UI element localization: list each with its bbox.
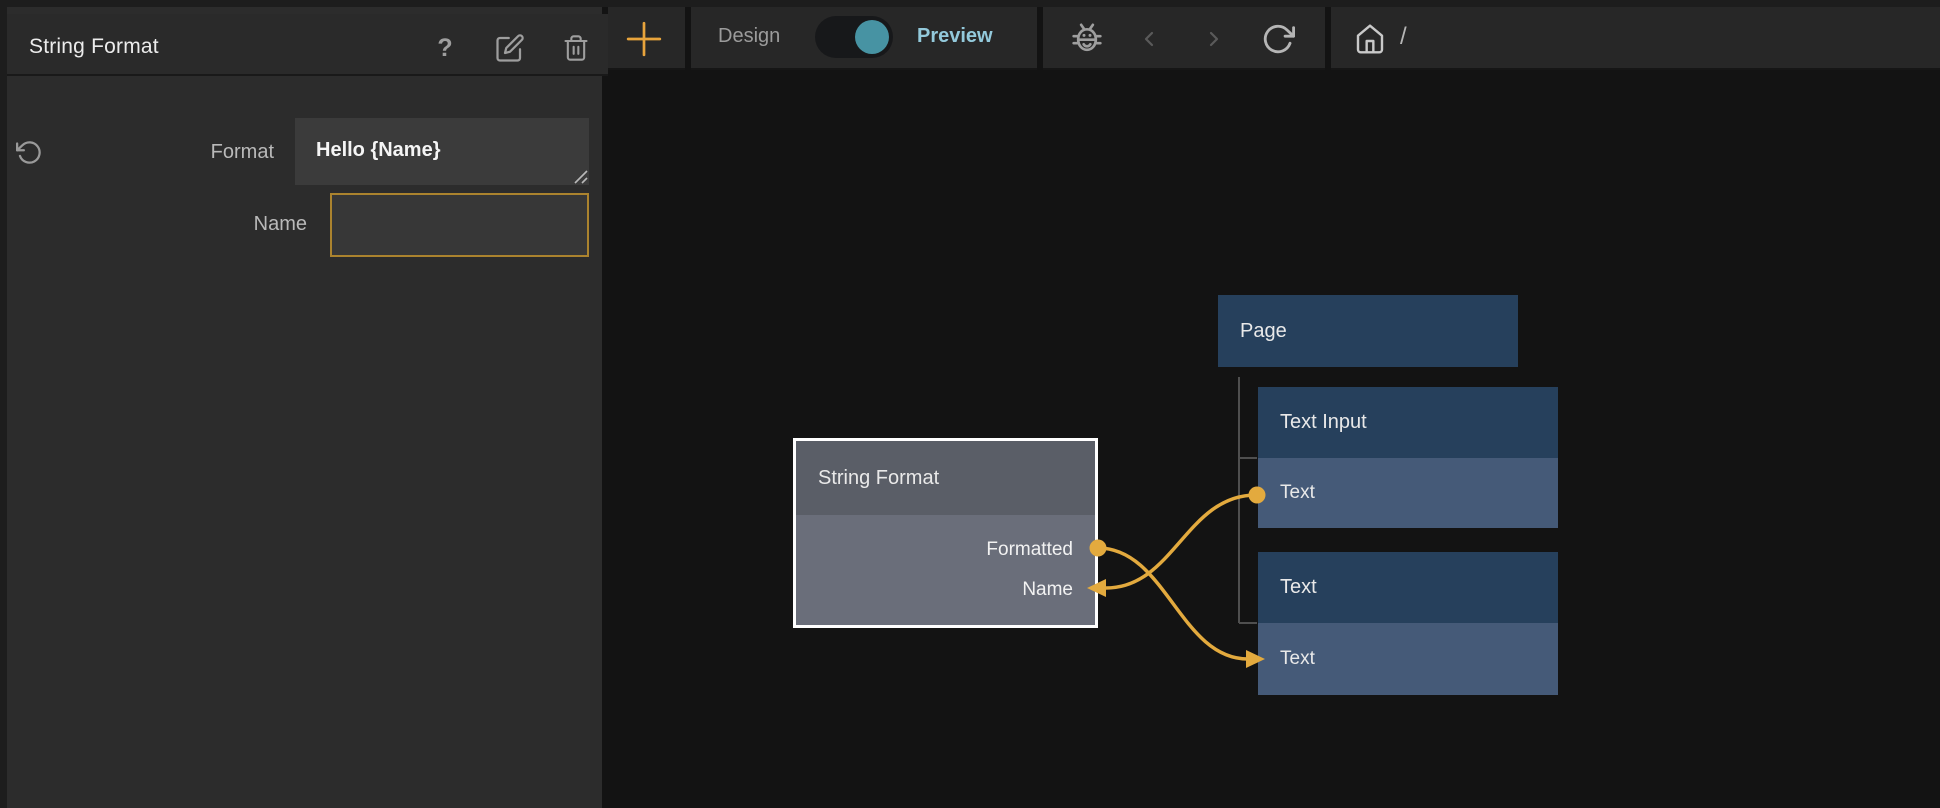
help-icon: ? (437, 34, 452, 63)
chevron-right-icon (1202, 25, 1226, 53)
node-title: String Format (818, 467, 939, 490)
node-string-format-selected[interactable]: String Format Formatted Name (793, 438, 1098, 628)
app-window: String Format ? (0, 0, 1940, 808)
port-row-text-output[interactable]: Text (1258, 458, 1558, 528)
trash-button[interactable] (560, 30, 592, 66)
design-mode-label[interactable]: Design (718, 25, 780, 48)
port-label: Text (1280, 482, 1315, 504)
nav-back-button[interactable] (1136, 24, 1162, 54)
home-button[interactable] (1352, 21, 1388, 57)
refresh-icon (1261, 22, 1295, 56)
help-button[interactable]: ? (431, 30, 459, 66)
reset-property-button[interactable] (15, 138, 43, 166)
panel-title: String Format (29, 35, 159, 59)
nav-forward-button[interactable] (1201, 24, 1227, 54)
port-formatted-output[interactable]: Formatted (986, 539, 1073, 561)
add-node-button[interactable] (624, 19, 664, 59)
node-title: Text (1280, 576, 1317, 599)
window-top-strip (0, 0, 1940, 7)
format-property-label: Format (74, 141, 274, 164)
panel-header: String Format ? (7, 14, 609, 76)
debug-button[interactable] (1066, 18, 1108, 60)
name-property-label: Name (107, 213, 307, 236)
reset-icon (16, 139, 43, 166)
port-row-text-input[interactable]: Text (1258, 623, 1558, 695)
edit-icon (495, 33, 525, 63)
chevron-left-icon (1137, 25, 1161, 53)
breadcrumb-root[interactable]: / (1400, 23, 1407, 51)
trash-icon (562, 33, 590, 63)
port-label: Text (1280, 648, 1315, 670)
property-panel: String Format ? (0, 7, 602, 808)
node-page[interactable]: Page (1218, 295, 1518, 367)
bug-icon (1067, 19, 1107, 59)
preview-mode-label[interactable]: Preview (917, 25, 993, 48)
node-title: Page (1240, 320, 1287, 343)
format-value-textarea[interactable]: Hello {Name} (295, 118, 589, 185)
home-icon (1354, 23, 1386, 55)
toolbar-breadcrumb-section (1331, 7, 1940, 70)
node-title: Text Input (1280, 411, 1367, 434)
port-name-input[interactable]: Name (1022, 579, 1073, 601)
plus-icon (625, 20, 663, 58)
node-text-input[interactable]: Text Input Text (1258, 387, 1558, 528)
name-value-input[interactable] (330, 193, 589, 257)
design-preview-toggle[interactable] (815, 16, 893, 58)
refresh-button[interactable] (1259, 20, 1297, 58)
edit-button[interactable] (494, 30, 526, 66)
node-text[interactable]: Text Text (1258, 552, 1558, 695)
toggle-knob (855, 20, 889, 54)
